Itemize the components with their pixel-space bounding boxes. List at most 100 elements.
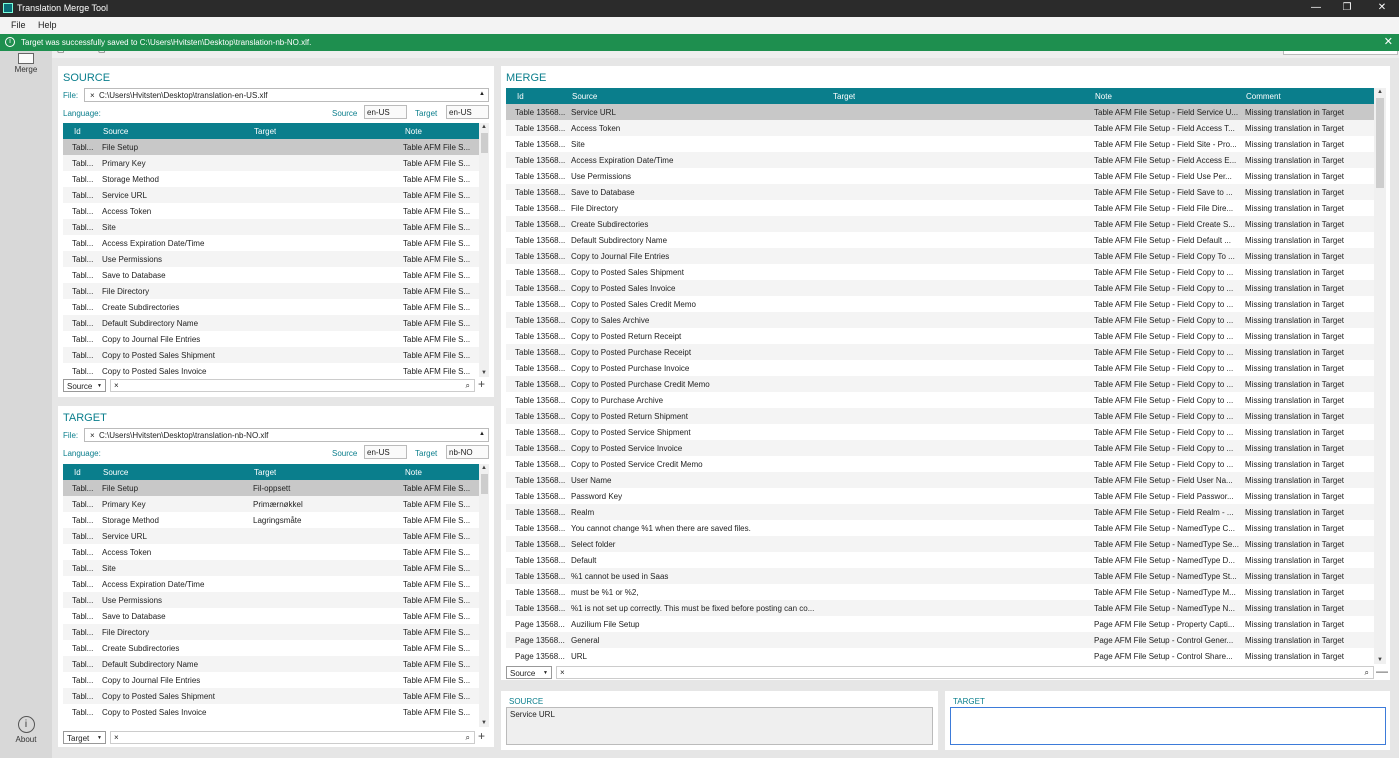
table-row[interactable]: Table 13568... Copy to Posted Sales Invoi…	[506, 280, 1374, 296]
target-lang-target-input[interactable]: nb-NO	[446, 445, 489, 459]
table-row[interactable]: Table 13568... File Directory Table AFM Fi…	[506, 200, 1374, 216]
table-row[interactable]: Tabl... Primary Key Table AFM File S...	[63, 155, 479, 171]
table-row[interactable]: Table 13568... %1 cannot be used in Saas T…	[506, 568, 1374, 584]
table-row[interactable]: Tabl... File Setup Fil-oppsett Table AFM Fi…	[63, 480, 479, 496]
table-row[interactable]: Tabl... Storage Method Lagringsmåte Table A…	[63, 512, 479, 528]
table-row[interactable]: Tabl... Storage Method Table AFM File S...	[63, 171, 479, 187]
menu-help[interactable]: Help	[38, 20, 57, 30]
save-as-icon[interactable]: ▭	[98, 51, 106, 55]
table-row[interactable]: Page 13568... General Page AFM File Setup …	[506, 632, 1374, 648]
table-row[interactable]: Tabl... Copy to Posted Sales Shipment Tabl…	[63, 688, 479, 704]
close-notification-icon[interactable]: ✕	[1384, 36, 1393, 48]
table-row[interactable]: Tabl... Default Subdirectory Name Table AF…	[63, 656, 479, 672]
clear-file-icon[interactable]: ×	[90, 431, 95, 440]
about-nav-button[interactable]: i About	[6, 716, 46, 744]
table-row[interactable]: Table 13568... Access Expiration Date/Tim…	[506, 152, 1374, 168]
table-row[interactable]: Table 13568... Use Permissions Table AFM F…	[506, 168, 1374, 184]
table-row[interactable]: Tabl... Access Token Table AFM File S...	[63, 203, 479, 219]
table-row[interactable]: Table 13568... Realm Table AFM File Setup …	[506, 504, 1374, 520]
table-row[interactable]: Tabl... Copy to Posted Sales Invoice Table…	[63, 704, 479, 720]
table-row[interactable]: Table 13568... Copy to Posted Return Rece…	[506, 328, 1374, 344]
clear-search-icon[interactable]: ×	[560, 668, 565, 677]
table-row[interactable]: Tabl... Copy to Journal File Entries Table…	[63, 672, 479, 688]
clear-search-icon[interactable]: ×	[114, 733, 119, 742]
target-search-field-select[interactable]: Target ▼	[63, 731, 106, 744]
search-icon[interactable]: ⌕	[466, 733, 470, 743]
table-row[interactable]: Tabl... File Setup Table AFM File S...	[63, 139, 479, 155]
table-row[interactable]: Tabl... Create Subdirectories Table AFM Fi…	[63, 640, 479, 656]
table-row[interactable]: Tabl... Default Subdirectory Name Table AF…	[63, 315, 479, 331]
table-row[interactable]: Table 13568... Service URL Table AFM File …	[506, 104, 1374, 120]
add-filter-icon[interactable]: +	[478, 377, 485, 391]
collapse-filter-icon[interactable]: —	[1376, 664, 1388, 678]
table-row[interactable]: Tabl... Access Expiration Date/Time Table …	[63, 576, 479, 592]
table-row[interactable]: Tabl... Primary Key Primærnøkkel Table AFM …	[63, 496, 479, 512]
table-row[interactable]: Tabl... Service URL Table AFM File S...	[63, 187, 479, 203]
merge-search-input[interactable]: × ⌕	[556, 666, 1374, 679]
table-row[interactable]: Table 13568... Select folder Table AFM Fil…	[506, 536, 1374, 552]
table-row[interactable]: Tabl... File Directory Table AFM File S...	[63, 624, 479, 640]
target-grid-scrollbar[interactable]: ▲ ▼	[479, 464, 489, 727]
merge-grid-scrollbar[interactable]: ▲ ▼	[1374, 88, 1386, 664]
source-lang-source-input[interactable]: en-US	[364, 105, 407, 119]
table-row[interactable]: Table 13568... User Name Table AFM File Se…	[506, 472, 1374, 488]
table-row[interactable]: Table 13568... Default Subdirectory Name T…	[506, 232, 1374, 248]
table-row[interactable]: Table 13568... Copy to Journal File Entri…	[506, 248, 1374, 264]
table-row[interactable]: Table 13568... Copy to Posted Purchase In…	[506, 360, 1374, 376]
add-filter-icon[interactable]: +	[478, 729, 485, 743]
table-row[interactable]: Table 13568... Copy to Posted Purchase Cr…	[506, 376, 1374, 392]
table-row[interactable]: Tabl... Create Subdirectories Table AFM Fi…	[63, 299, 479, 315]
table-row[interactable]: Tabl... Site Table AFM File S...	[63, 560, 479, 576]
source-search-field-select[interactable]: Source ▼	[63, 379, 106, 392]
table-row[interactable]: Tabl... Use Permissions Table AFM File S..…	[63, 592, 479, 608]
table-row[interactable]: Table 13568... Copy to Posted Service Inv…	[506, 440, 1374, 456]
close-window-icon[interactable]: ✕	[1372, 1, 1392, 15]
table-row[interactable]: Table 13568... Copy to Sales Archive Table…	[506, 312, 1374, 328]
target-file-select[interactable]: × C:\Users\Hvitsten\Desktop\translation-…	[84, 428, 489, 442]
table-row[interactable]: Table 13568... Copy to Posted Purchase Re…	[506, 344, 1374, 360]
table-row[interactable]: Table 13568... Save to Database Table AFM …	[506, 184, 1374, 200]
table-row[interactable]: Table 13568... Access Token Table AFM File…	[506, 120, 1374, 136]
source-file-select[interactable]: × C:\Users\Hvitsten\Desktop\translation-…	[84, 88, 489, 102]
menu-file[interactable]: File	[11, 20, 26, 30]
table-row[interactable]: Table 13568... You cannot change %1 when …	[506, 520, 1374, 536]
table-row[interactable]: Table 13568... %1 is not set up correctly…	[506, 600, 1374, 616]
target-lang-source-input[interactable]: en-US	[364, 445, 407, 459]
table-row[interactable]: Table 13568... Copy to Posted Sales Credi…	[506, 296, 1374, 312]
merge-search-field-select[interactable]: Source ▼	[506, 666, 552, 679]
table-row[interactable]: Table 13568... Create Subdirectories Table…	[506, 216, 1374, 232]
target-search-input[interactable]: × ⌕	[110, 731, 475, 744]
clear-search-icon[interactable]: ×	[114, 381, 119, 390]
table-row[interactable]: Table 13568... Copy to Posted Service Shi…	[506, 424, 1374, 440]
table-row[interactable]: Table 13568... Copy to Posted Sales Shipm…	[506, 264, 1374, 280]
table-row[interactable]: Tabl... Use Permissions Table AFM File S..…	[63, 251, 479, 267]
table-row[interactable]: Table 13568... Copy to Posted Return Ship…	[506, 408, 1374, 424]
table-row[interactable]: Tabl... Copy to Journal File Entries Table…	[63, 331, 479, 347]
source-search-input[interactable]: × ⌕	[110, 379, 475, 392]
source-text-box[interactable]: Service URL	[506, 707, 933, 745]
table-row[interactable]: Page 13568... Auzilium File Setup Page AFM…	[506, 616, 1374, 632]
search-icon[interactable]: ⌕	[466, 381, 470, 391]
source-grid-scrollbar[interactable]: ▲ ▼	[479, 123, 489, 377]
table-row[interactable]: Table 13568... Default Table AFM File Setu…	[506, 552, 1374, 568]
table-row[interactable]: Tabl... Copy to Posted Sales Invoice Table…	[63, 363, 479, 377]
table-row[interactable]: Tabl... Access Token Table AFM File S...	[63, 544, 479, 560]
note-input[interactable]	[1283, 51, 1398, 55]
table-row[interactable]: Table 13568... Copy to Posted Service Cre…	[506, 456, 1374, 472]
table-row[interactable]: Tabl... Save to Database Table AFM File S.…	[63, 267, 479, 283]
table-row[interactable]: Page 13568... URL Page AFM File Setup - Co…	[506, 648, 1374, 664]
minimize-icon[interactable]: —	[1306, 1, 1326, 15]
table-row[interactable]: Table 13568... Password Key Table AFM File…	[506, 488, 1374, 504]
table-row[interactable]: Table 13568... must be %1 or %2, Table AFM…	[506, 584, 1374, 600]
search-icon[interactable]: ⌕	[1365, 668, 1369, 678]
table-row[interactable]: Tabl... Access Expiration Date/Time Table …	[63, 235, 479, 251]
clear-file-icon[interactable]: ×	[90, 91, 95, 100]
table-row[interactable]: Tabl... Save to Database Table AFM File S.…	[63, 608, 479, 624]
save-icon[interactable]: ▭	[57, 51, 65, 55]
table-row[interactable]: Tabl... Copy to Posted Sales Shipment Tabl…	[63, 347, 479, 363]
restore-icon[interactable]: ❐	[1337, 1, 1357, 15]
table-row[interactable]: Table 13568... Site Table AFM File Setup -…	[506, 136, 1374, 152]
table-row[interactable]: Tabl... Site Table AFM File S...	[63, 219, 479, 235]
merge-nav-button[interactable]: Merge	[6, 53, 46, 74]
target-text-box[interactable]	[950, 707, 1386, 745]
